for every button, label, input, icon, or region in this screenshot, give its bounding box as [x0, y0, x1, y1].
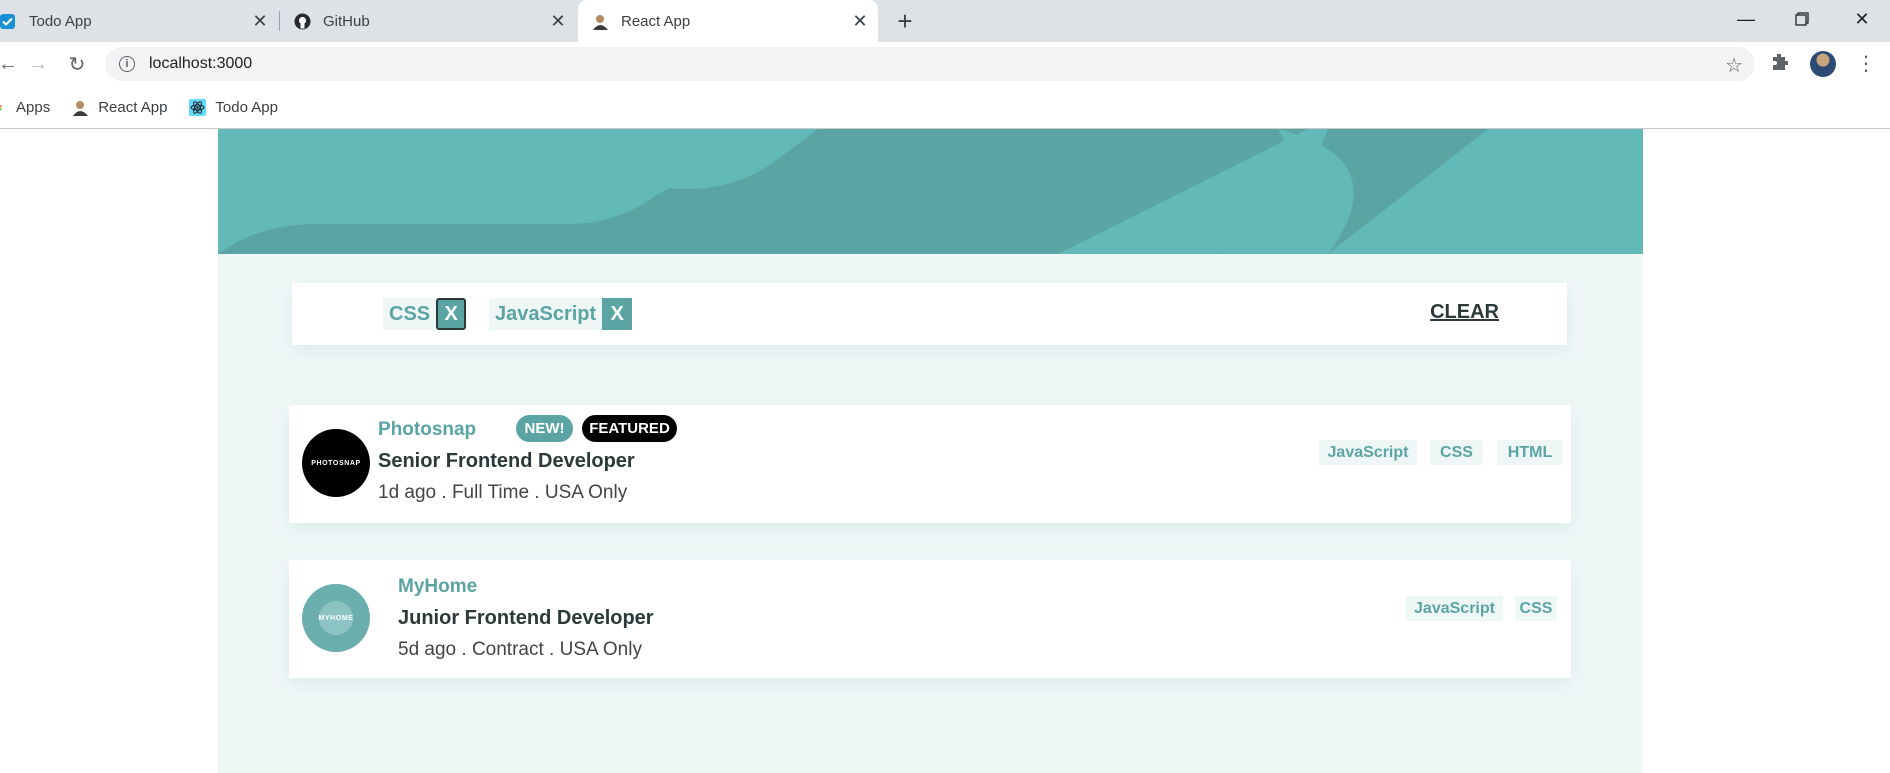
avatar-favicon-icon: [73, 101, 89, 116]
company-name: Photosnap: [378, 419, 477, 440]
url-input[interactable]: [149, 55, 1649, 73]
job-position[interactable]: Junior Frontend Developer: [398, 607, 654, 630]
new-badge: NEW!: [516, 415, 573, 442]
github-favicon-icon: [294, 13, 311, 29]
bookmark-star-icon[interactable]: ☆: [1725, 53, 1743, 78]
browser-toolbar: ← → ↻ i ☆: [0, 42, 1890, 87]
back-icon[interactable]: ←: [0, 50, 22, 78]
job-meta: 1d ago . Full Time . USA Only: [378, 482, 628, 503]
minimize-icon[interactable]: —: [1718, 0, 1774, 38]
header-banner: [218, 129, 1643, 254]
more-menu-icon[interactable]: ⋮: [1856, 51, 1876, 77]
job-card: MYHOME MyHome Junior Frontend Developer …: [289, 560, 1571, 678]
tab-divider: [279, 11, 280, 31]
company-logo: PHOTOSNAP: [302, 429, 370, 497]
bookmark-label: React App: [98, 99, 168, 116]
tab-title: GitHub: [323, 12, 370, 30]
bookmark-label: Apps: [16, 99, 51, 116]
new-tab-icon[interactable]: +: [893, 6, 917, 36]
skill-tag[interactable]: JavaScript: [1319, 440, 1417, 465]
job-meta: 5d ago . Contract . USA Only: [398, 639, 642, 660]
job-listings-page: CSS X JavaScript X CLEAR PHOTOSNAP Photo…: [218, 129, 1643, 773]
company-name: MyHome: [398, 576, 478, 597]
skill-tag[interactable]: JavaScript: [1406, 596, 1503, 621]
filter-chip-label: CSS: [383, 298, 437, 330]
tab-todo-app[interactable]: Todo App ✕: [0, 0, 278, 42]
bookmark-label: Todo App: [215, 99, 278, 116]
apps-grid-icon: [0, 105, 2, 111]
bookmark-todo-app[interactable]: Todo App: [189, 99, 278, 116]
extensions-icon[interactable]: [1770, 52, 1790, 78]
skill-tag[interactable]: CSS: [1515, 596, 1557, 621]
featured-badge: FEATURED: [582, 415, 677, 442]
tab-react-app[interactable]: React App ✕: [578, 0, 878, 42]
clear-filters-button[interactable]: CLEAR: [1430, 301, 1499, 324]
restore-icon[interactable]: [1774, 0, 1830, 38]
tab-github[interactable]: GitHub ✕: [294, 0, 576, 42]
company-logo: MYHOME: [302, 584, 370, 652]
logo-text: PHOTOSNAP: [311, 459, 361, 467]
bookmark-react-app[interactable]: React App: [72, 99, 167, 116]
skill-tag[interactable]: HTML: [1497, 440, 1563, 465]
close-window-icon[interactable]: ✕: [1834, 0, 1890, 38]
skill-tag[interactable]: CSS: [1430, 440, 1483, 465]
banner-pattern-icon: [218, 129, 1643, 254]
react-logo-icon: [189, 99, 207, 116]
filter-bar: CSS X JavaScript X CLEAR: [292, 283, 1567, 345]
checkbox-favicon-icon: [0, 13, 15, 29]
tab-title: React App: [621, 12, 691, 30]
filter-chip-css: CSS X: [383, 298, 467, 330]
remove-filter-button[interactable]: X: [602, 298, 633, 330]
job-card: PHOTOSNAP Photosnap NEW! FEATURED Senior…: [289, 405, 1571, 523]
bookmark-apps[interactable]: Apps: [0, 99, 50, 116]
forward-icon[interactable]: →: [24, 50, 52, 78]
tab-title: Todo App: [29, 12, 92, 30]
remove-filter-button[interactable]: X: [436, 298, 467, 330]
site-info-icon[interactable]: i: [119, 56, 135, 72]
avatar-favicon-icon: [593, 14, 608, 30]
bookmarks-bar: Apps React App Todo App: [0, 87, 1890, 129]
tab-strip: Todo App ✕ GitHub ✕ React App ✕ + — ✕: [0, 0, 1890, 42]
logo-text: MYHOME: [318, 614, 354, 622]
reload-icon[interactable]: ↻: [63, 50, 91, 78]
job-position[interactable]: Senior Frontend Developer: [378, 450, 635, 473]
close-tab-icon[interactable]: ✕: [250, 11, 270, 31]
close-tab-icon[interactable]: ✕: [548, 11, 568, 31]
filter-chip-label: JavaScript: [489, 298, 603, 330]
address-bar[interactable]: i ☆: [105, 47, 1755, 81]
filter-chip-javascript: JavaScript X: [489, 298, 633, 330]
profile-avatar[interactable]: [1810, 51, 1836, 77]
page-viewport: CSS X JavaScript X CLEAR PHOTOSNAP Photo…: [0, 129, 1890, 773]
close-tab-icon[interactable]: ✕: [850, 11, 870, 31]
